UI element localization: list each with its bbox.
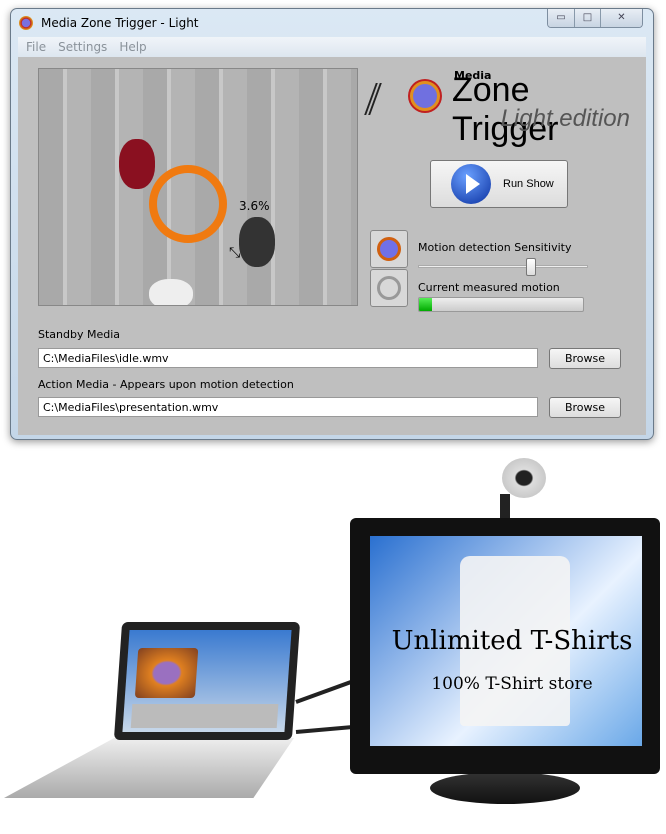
monitor: Unlimited T-Shirts 100% T-Shirt store	[350, 518, 660, 774]
motion-progress-bar	[418, 297, 584, 312]
maximize-button[interactable]: □	[574, 9, 600, 27]
resize-handle-icon[interactable]: ⤡	[229, 245, 240, 261]
laptop-screen	[122, 630, 292, 732]
standby-browse-button[interactable]: Browse	[549, 348, 621, 369]
add-zone-button[interactable]	[370, 230, 408, 268]
sensitivity-label: Motion detection Sensitivity	[418, 241, 572, 254]
person-figure	[119, 139, 155, 189]
run-show-button[interactable]: Run Show	[430, 160, 568, 208]
logo: Media Zone Trigger Light edition	[364, 69, 630, 148]
menu-bar: File Settings Help	[18, 37, 646, 57]
video-preview[interactable]: 3.6% ⤡	[38, 68, 358, 306]
motion-progress-fill	[419, 298, 433, 311]
slider-thumb[interactable]	[526, 258, 537, 276]
monitor-screen: Unlimited T-Shirts 100% T-Shirt store	[370, 536, 642, 746]
laptop-base	[4, 738, 294, 798]
add-zone-icon	[377, 237, 401, 261]
logo-edition: Light edition	[500, 105, 630, 132]
person-figure	[239, 217, 275, 267]
app-window: Media Zone Trigger - Light ▭ □ ✕ File Se…	[10, 8, 654, 440]
close-button[interactable]: ✕	[600, 9, 642, 27]
standby-label: Standby Media	[38, 328, 121, 341]
motion-zone-ring[interactable]	[149, 165, 227, 243]
webcam-icon	[502, 458, 546, 498]
action-label: Action Media - Appears upon motion detec…	[38, 378, 294, 391]
laptop-app-thumbnail	[130, 704, 279, 728]
laptop-video-thumbnail	[134, 648, 199, 698]
motion-percent: 3.6%	[239, 199, 270, 213]
laptop	[113, 622, 301, 740]
monitor-subline: 100% T-Shirt store	[431, 674, 593, 694]
standby-media-input[interactable]	[38, 348, 538, 368]
film-strip-icon	[364, 83, 416, 115]
client-area: 3.6% ⤡ Media Zone Trigger Light edition …	[18, 57, 646, 435]
title-bar: Media Zone Trigger - Light ▭ □ ✕	[11, 9, 653, 37]
motion-label: Current measured motion	[418, 281, 560, 294]
menu-settings[interactable]: Settings	[58, 40, 107, 54]
menu-file[interactable]: File	[26, 40, 46, 54]
monitor-headline: Unlimited T-Shirts	[391, 626, 633, 656]
run-show-label: Run Show	[503, 178, 554, 190]
minimize-button[interactable]: ▭	[548, 9, 574, 27]
sensitivity-slider[interactable]	[418, 258, 588, 276]
person-figure	[149, 279, 193, 305]
menu-help[interactable]: Help	[119, 40, 146, 54]
logo-ball-icon	[410, 81, 440, 111]
play-icon	[451, 164, 491, 204]
app-icon	[19, 16, 33, 30]
window-title: Media Zone Trigger - Light	[41, 16, 199, 30]
zone-disabled-icon	[377, 276, 401, 300]
monitor-stand	[430, 772, 580, 804]
action-browse-button[interactable]: Browse	[549, 397, 621, 418]
zone-settings-button[interactable]	[370, 269, 408, 307]
action-media-input[interactable]	[38, 397, 538, 417]
